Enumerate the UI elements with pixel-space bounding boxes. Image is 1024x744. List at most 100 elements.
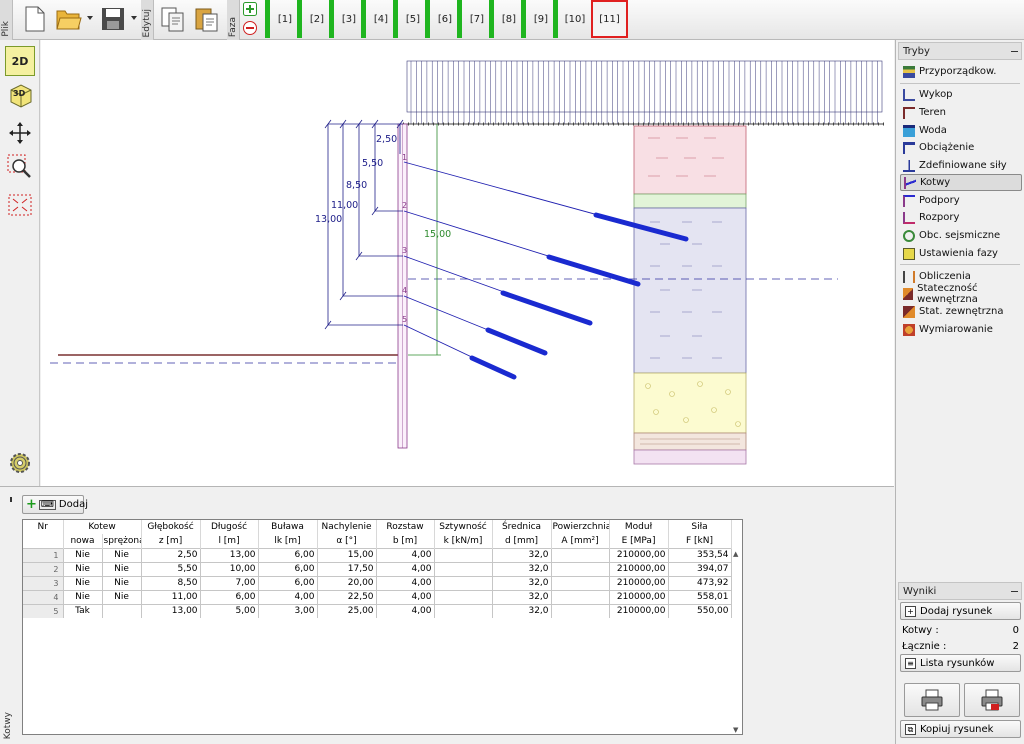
mode-external-stability[interactable]: Stat. zewnętrzna bbox=[900, 303, 1022, 320]
mode-applied-forces[interactable]: Zdefiniowane siły bbox=[900, 157, 1022, 174]
table-cell[interactable]: 210000,00 bbox=[609, 547, 669, 562]
open-file-button[interactable] bbox=[54, 4, 84, 34]
pan-button[interactable] bbox=[5, 118, 35, 148]
minimize-icon[interactable] bbox=[1011, 591, 1018, 592]
table-cell[interactable]: 32,0 bbox=[492, 603, 552, 618]
new-file-button[interactable] bbox=[20, 4, 50, 34]
table-cell[interactable]: 8,50 bbox=[141, 575, 201, 590]
table-cell[interactable]: 5,00 bbox=[200, 603, 259, 618]
table-cell[interactable]: 22,50 bbox=[317, 589, 377, 604]
table-row[interactable]: 2 Nie Nie 5,50 10,00 6,00 17,50 4,00 32,0 210000,… bbox=[23, 561, 732, 576]
add-anchor-button[interactable]: + ⌨ Dodaj bbox=[22, 495, 88, 514]
mode-internal-stability[interactable]: Stateczność wewnętrzna bbox=[900, 283, 1022, 305]
phase-tab-11[interactable]: [11] bbox=[591, 0, 628, 38]
header-inclination[interactable]: Nachylenie bbox=[317, 520, 377, 534]
table-cell[interactable] bbox=[551, 603, 610, 618]
frame-pin-icon[interactable] bbox=[10, 497, 12, 502]
print-button[interactable] bbox=[904, 683, 960, 717]
copy-data-button[interactable] bbox=[158, 4, 188, 34]
phase-menu-tab[interactable]: Faza bbox=[227, 0, 240, 40]
table-cell[interactable]: 20,00 bbox=[317, 575, 377, 590]
table-cell[interactable] bbox=[102, 603, 142, 618]
table-cell[interactable]: 4,00 bbox=[258, 589, 318, 604]
table-cell[interactable] bbox=[434, 547, 493, 562]
table-cell[interactable]: 32,0 bbox=[492, 561, 552, 576]
table-cell[interactable]: Tak bbox=[63, 603, 103, 618]
table-cell[interactable]: 210000,00 bbox=[609, 561, 669, 576]
table-vertical-scrollbar[interactable]: ▲ ▼ bbox=[732, 550, 742, 734]
print-preview-button[interactable] bbox=[964, 683, 1020, 717]
table-cell[interactable] bbox=[551, 589, 610, 604]
save-dropdown-caret-icon[interactable] bbox=[131, 16, 137, 20]
mode-water[interactable]: Woda bbox=[900, 122, 1022, 139]
table-cell[interactable]: Nie bbox=[63, 575, 103, 590]
table-cell[interactable]: Nie bbox=[63, 547, 103, 562]
table-cell[interactable]: 550,00 bbox=[668, 603, 732, 618]
table-cell[interactable] bbox=[551, 575, 610, 590]
table-cell[interactable] bbox=[434, 603, 493, 618]
header-spacing[interactable]: Rozstaw bbox=[376, 520, 435, 534]
phase-tab-9[interactable]: [9] bbox=[521, 0, 553, 38]
paste-data-button[interactable] bbox=[192, 4, 222, 34]
scroll-up-icon[interactable]: ▲ bbox=[733, 550, 738, 558]
table-row[interactable]: 5 Tak 13,00 5,00 3,00 25,00 4,00 32,0 210000,00 5… bbox=[23, 603, 732, 618]
header-depth[interactable]: Głębokość bbox=[141, 520, 201, 534]
table-cell[interactable]: 473,92 bbox=[668, 575, 732, 590]
header-area[interactable]: Powierzchnia bbox=[551, 520, 610, 534]
table-cell[interactable]: 353,54 bbox=[668, 547, 732, 562]
add-drawing-button[interactable]: + Dodaj rysunek bbox=[900, 602, 1021, 620]
table-cell[interactable]: 394,07 bbox=[668, 561, 732, 576]
table-cell[interactable]: 4,00 bbox=[376, 589, 435, 604]
header-stiffness[interactable]: Sztywność bbox=[434, 520, 493, 534]
table-cell[interactable]: 32,0 bbox=[492, 575, 552, 590]
table-cell[interactable]: Nie bbox=[63, 589, 103, 604]
header-force[interactable]: Siła bbox=[668, 520, 732, 534]
phase-tab-8[interactable]: [8] bbox=[489, 0, 521, 38]
scroll-down-icon[interactable]: ▼ bbox=[733, 726, 738, 734]
table-cell[interactable]: 2,50 bbox=[141, 547, 201, 562]
table-cell[interactable]: 3,00 bbox=[258, 603, 318, 618]
drawing-list-button[interactable]: ≡ Lista rysunków bbox=[900, 654, 1021, 672]
phase-tab-3[interactable]: [3] bbox=[329, 0, 361, 38]
table-cell[interactable]: 4,00 bbox=[376, 575, 435, 590]
table-cell[interactable]: Nie bbox=[102, 589, 142, 604]
table-cell[interactable] bbox=[434, 589, 493, 604]
mode-earthquake[interactable]: Obc. sejsmiczne bbox=[900, 227, 1022, 244]
view-2d-button[interactable]: 2D bbox=[5, 46, 35, 76]
table-cell[interactable]: 10,00 bbox=[200, 561, 259, 576]
add-phase-button[interactable] bbox=[243, 2, 257, 16]
bottom-frame-tab[interactable]: Kotwy bbox=[0, 487, 18, 744]
copy-drawing-button[interactable]: ⧉ Kopiuj rysunek bbox=[900, 720, 1021, 738]
settings-button[interactable] bbox=[5, 448, 35, 478]
mode-dimensioning[interactable]: Wymiarowanie bbox=[900, 321, 1022, 338]
table-cell[interactable]: 4,00 bbox=[376, 603, 435, 618]
table-cell[interactable]: 32,0 bbox=[492, 547, 552, 562]
header-root[interactable]: Buława bbox=[258, 520, 318, 534]
table-cell[interactable]: 6,00 bbox=[258, 547, 318, 562]
table-cell[interactable]: 6,00 bbox=[258, 561, 318, 576]
header-length[interactable]: Długość bbox=[200, 520, 259, 534]
table-cell[interactable]: 32,0 bbox=[492, 589, 552, 604]
mode-stage-settings[interactable]: Ustawienia fazy bbox=[900, 245, 1022, 262]
table-cell[interactable]: Nie bbox=[102, 575, 142, 590]
phase-tab-2[interactable]: [2] bbox=[297, 0, 329, 38]
header-nr[interactable]: Nr bbox=[23, 520, 64, 534]
table-cell[interactable]: 6,00 bbox=[200, 589, 259, 604]
table-cell[interactable]: 15,00 bbox=[317, 547, 377, 562]
table-cell[interactable]: 11,00 bbox=[141, 589, 201, 604]
table-cell[interactable]: 4,00 bbox=[376, 547, 435, 562]
mode-terrain[interactable]: Teren bbox=[900, 104, 1022, 121]
table-cell[interactable]: 13,00 bbox=[200, 547, 259, 562]
mode-props[interactable]: Podpory bbox=[900, 192, 1022, 209]
file-menu-tab[interactable]: Plik bbox=[0, 0, 13, 40]
table-cell[interactable]: 210000,00 bbox=[609, 589, 669, 604]
table-cell[interactable]: 210000,00 bbox=[609, 575, 669, 590]
phase-tab-5[interactable]: [5] bbox=[393, 0, 425, 38]
drawing-canvas[interactable]: 15,00 2,50 5,50 8,50 11,00 13,00 1 2 3 4… bbox=[41, 40, 894, 486]
table-cell[interactable]: Nie bbox=[102, 561, 142, 576]
table-cell[interactable]: 210000,00 bbox=[609, 603, 669, 618]
edit-menu-tab[interactable]: Edytuj bbox=[141, 0, 154, 40]
zoom-button[interactable] bbox=[5, 152, 35, 182]
mode-assignment[interactable]: Przyporządkow. bbox=[900, 63, 1022, 80]
table-row[interactable]: 4 Nie Nie 11,00 6,00 4,00 22,50 4,00 32,0 210000,… bbox=[23, 589, 732, 604]
